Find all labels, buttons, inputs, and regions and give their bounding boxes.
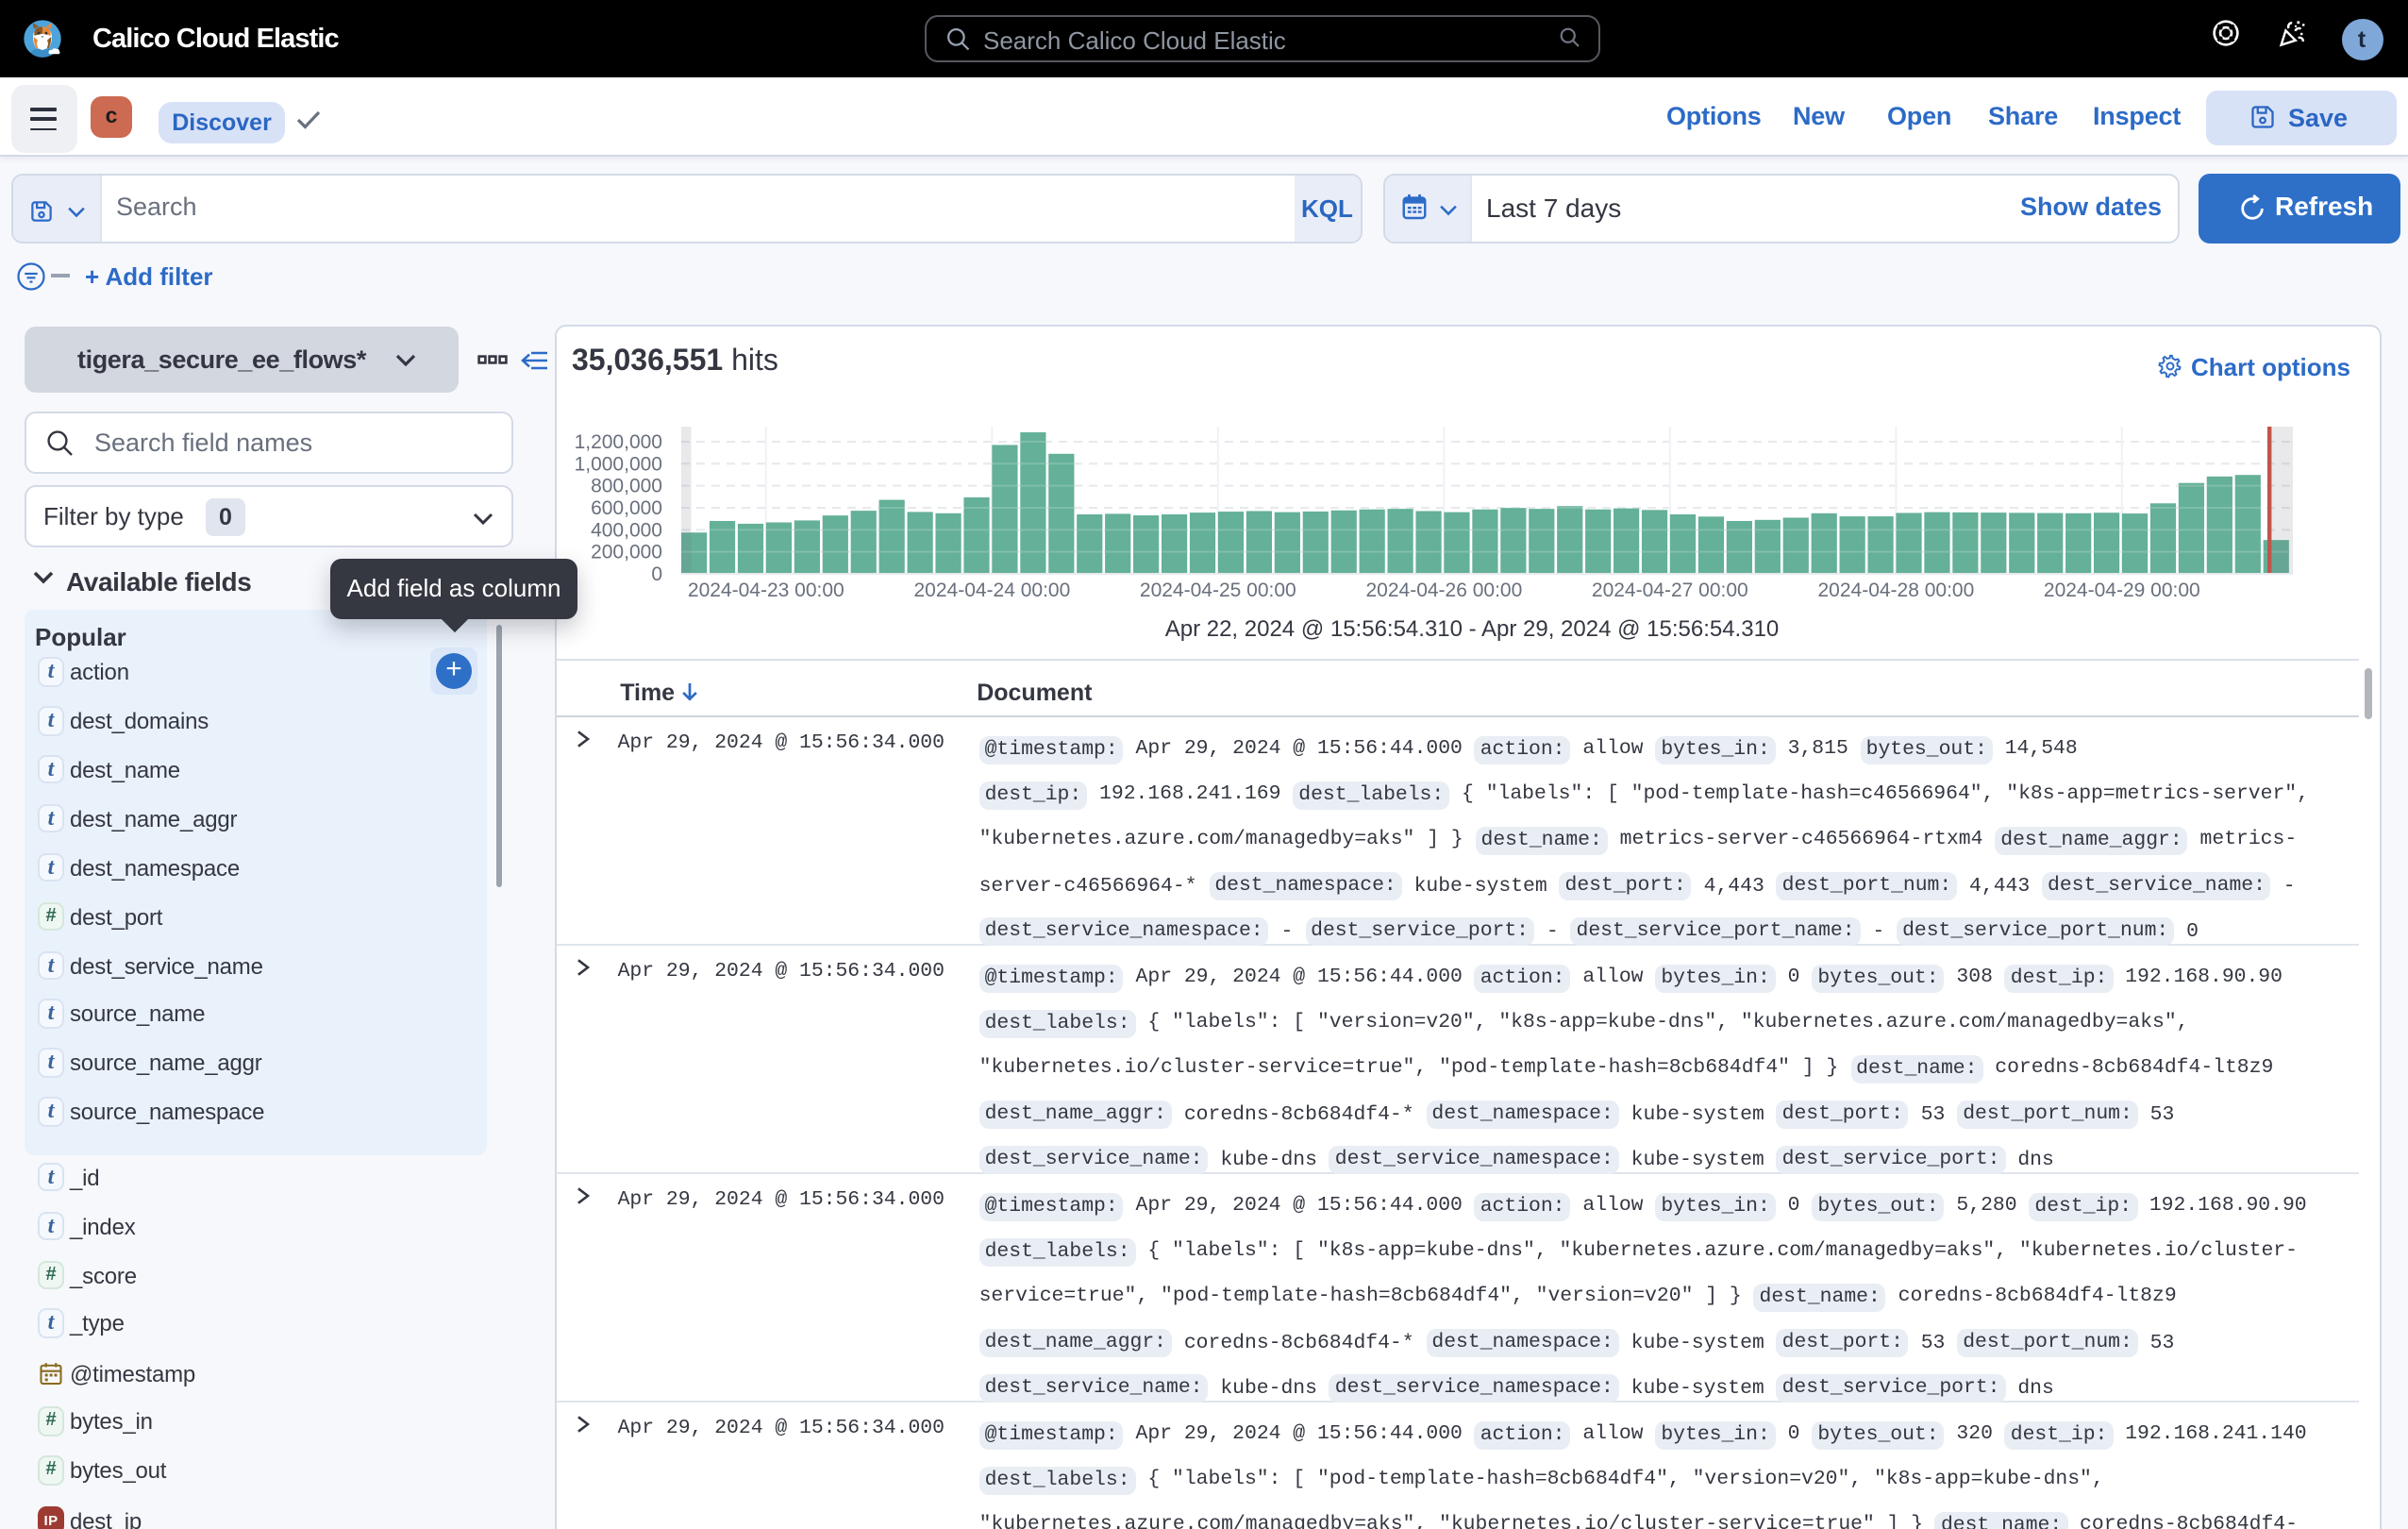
svg-text:2024-04-24 00:00: 2024-04-24 00:00	[913, 580, 1070, 601]
svg-text:2024-04-27 00:00: 2024-04-27 00:00	[1592, 580, 1748, 601]
svg-text:2024-04-25 00:00: 2024-04-25 00:00	[1140, 580, 1296, 601]
svg-text:200,000: 200,000	[591, 542, 662, 563]
svg-text:Apr 22, 2024 @ 15:56:54.310 -: Apr 22, 2024 @ 15:56:54.310 - Apr 29, 20…	[1165, 616, 1780, 642]
svg-text:2024-04-28 00:00: 2024-04-28 00:00	[1817, 580, 1974, 601]
svg-text:1,000,000: 1,000,000	[575, 453, 662, 475]
svg-text:0: 0	[651, 563, 662, 585]
svg-text:400,000: 400,000	[591, 519, 662, 541]
svg-text:2024-04-29 00:00: 2024-04-29 00:00	[2044, 580, 2200, 601]
svg-text:1,200,000: 1,200,000	[575, 431, 662, 453]
svg-text:2024-04-26 00:00: 2024-04-26 00:00	[1365, 580, 1522, 601]
svg-text:800,000: 800,000	[591, 476, 662, 497]
svg-text:2024-04-23 00:00: 2024-04-23 00:00	[688, 580, 844, 601]
svg-text:600,000: 600,000	[591, 497, 662, 519]
